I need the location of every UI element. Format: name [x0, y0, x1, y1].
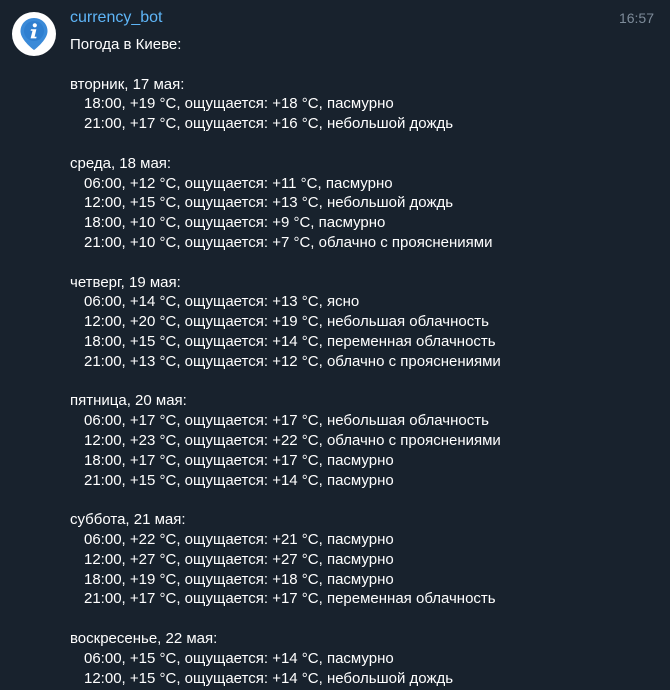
forecast-entry: 18:00, +10 °C, ощущается: +9 °C, пасмурн…: [84, 214, 386, 232]
forecast-entry: 21:00, +15 °C, ощущается: +14 °C, пасмур…: [84, 471, 394, 489]
forecast-entry: 06:00, +15 °C, ощущается: +14 °C, пасмур…: [84, 649, 394, 667]
forecast-day-title: пятница, 20 мая:: [70, 392, 187, 410]
chat-message-area: currency_bot 16:57 Погода в Киеве: вторн…: [0, 0, 670, 690]
forecast-entry: 21:00, +13 °C, ощущается: +12 °C, облачн…: [84, 352, 501, 370]
forecast-day: воскресенье, 22 мая: 06:00, +15 °C, ощуща…: [70, 629, 650, 688]
forecast-entry: 12:00, +23 °C, ощущается: +22 °C, облачн…: [84, 431, 501, 449]
forecast-entry: 18:00, +17 °C, ощущается: +17 °C, пасмур…: [84, 451, 394, 469]
forecast-day: пятница, 20 мая: 06:00, +17 °C, ощущается…: [70, 391, 650, 490]
forecast-day: четверг, 19 мая: 06:00, +14 °C, ощущается…: [70, 273, 650, 372]
forecast-entry: 18:00, +19 °C, ощущается: +18 °C, пасмур…: [84, 570, 394, 588]
message-greeting: Погода в Киеве:: [70, 36, 182, 53]
sender-name[interactable]: currency_bot: [70, 9, 163, 27]
forecast-entry: 06:00, +22 °C, ощущается: +21 °C, пасмур…: [84, 530, 394, 548]
forecast-day: вторник, 17 мая: 18:00, +19 °C, ощущается…: [70, 75, 650, 134]
forecast-entry: 06:00, +17 °C, ощущается: +17 °C, неболь…: [84, 412, 489, 430]
forecast-day: среда, 18 мая: 06:00, +12 °C, ощущается: …: [70, 154, 650, 253]
forecast-entry: 18:00, +15 °C, ощущается: +14 °C, переме…: [84, 332, 496, 350]
forecast-day-title: вторник, 17 мая:: [70, 75, 185, 93]
forecast-entry: 21:00, +17 °C, ощущается: +16 °C, неболь…: [84, 115, 454, 133]
message-time: 16:57: [618, 10, 654, 26]
forecast-day: суббота, 21 мая: 06:00, +22 °C, ощущается…: [70, 510, 650, 609]
message-text: Погода в Киеве: вторник, 17 мая: 18:00, +…: [70, 35, 650, 688]
forecast-day-title: четверг, 19 мая:: [70, 273, 181, 291]
forecast-day-title: суббота, 21 мая:: [70, 511, 186, 529]
info-location-pin-icon: [20, 18, 48, 50]
forecast-entry: 12:00, +15 °C, ощущается: +14 °C, неболь…: [84, 669, 454, 687]
forecast-entry: 06:00, +12 °C, ощущается: +11 °C, пасмур…: [84, 174, 393, 192]
forecast-day-title: среда, 18 мая:: [70, 154, 172, 172]
forecast-entry: 06:00, +14 °C, ощущается: +13 °C, ясно: [84, 293, 360, 311]
forecast-entry: 12:00, +20 °C, ощущается: +19 °C, неболь…: [84, 313, 489, 331]
forecast-entry: 18:00, +19 °C, ощущается: +18 °C, пасмур…: [84, 95, 394, 113]
forecast-entry: 21:00, +17 °C, ощущается: +17 °C, переме…: [84, 590, 496, 608]
bot-avatar[interactable]: [12, 12, 56, 56]
forecast-day-title: воскресенье, 22 мая:: [70, 629, 218, 647]
forecast-entry: 12:00, +27 °C, ощущается: +27 °C, пасмур…: [84, 550, 394, 568]
forecast-entry: 12:00, +15 °C, ощущается: +13 °C, неболь…: [84, 194, 454, 212]
forecast-entry: 21:00, +10 °C, ощущается: +7 °C, облачно…: [84, 233, 493, 251]
